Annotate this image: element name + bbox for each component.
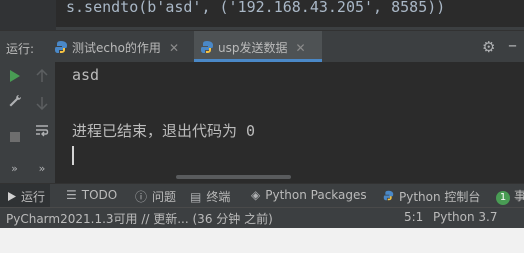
console-line: asd — [72, 66, 100, 84]
status-bar: PyCharm2021.1.3可用 // 更新... (36 分钟 之前) 5:… — [0, 207, 524, 228]
editor-gutter — [0, 0, 56, 30]
info-icon: ⓘ — [135, 190, 148, 204]
python-file-icon — [200, 40, 214, 57]
list-icon: ☰ — [66, 188, 77, 202]
tool-tab-label: 事 — [514, 189, 524, 203]
run-toolbar-secondary: » — [29, 62, 55, 183]
tool-tab-label: Python Packages — [265, 188, 367, 202]
close-icon[interactable]: ✕ — [169, 41, 179, 55]
console-line: 进程已结束，退出代码为 0 — [72, 122, 256, 140]
tool-tab-problems[interactable]: ⓘ 问题 — [135, 188, 176, 205]
tool-tab-todo[interactable]: ☰ TODO — [66, 188, 117, 202]
run-tool-window-header: 运行: 测试echo的作用 ✕ usp发送数据 ✕ ⚙ – — [0, 30, 524, 62]
editor-area: s.sendto(b'asd', ('192.168.43.205', 8585… — [0, 0, 524, 30]
run-panel-title: 运行: — [6, 42, 35, 56]
arrow-down-icon[interactable] — [29, 95, 55, 114]
console-output[interactable]: asd 进程已结束，退出代码为 0 — [55, 62, 524, 183]
tool-tab-python-packages[interactable]: ◈ Python Packages — [251, 188, 367, 202]
arrow-up-icon[interactable] — [29, 68, 55, 87]
tool-tab-label: Python 控制台 — [399, 190, 481, 204]
update-message[interactable]: PyCharm2021.1.3可用 // 更新... (36 分钟 之前) — [6, 210, 273, 227]
text-caret — [72, 146, 74, 165]
close-icon[interactable]: ✕ — [295, 41, 305, 55]
play-icon — [8, 190, 16, 204]
gear-icon[interactable]: ⚙ — [482, 38, 495, 56]
python-icon — [383, 190, 394, 204]
more-icon[interactable]: » — [0, 162, 29, 175]
editor-code-line[interactable]: s.sendto(b'asd', ('192.168.43.205', 8585… — [66, 0, 445, 17]
stop-icon[interactable] — [0, 128, 29, 147]
tab-echo-test[interactable]: 测试echo的作用 ✕ — [50, 31, 183, 62]
tab-label: usp发送数据 — [218, 41, 288, 55]
python-file-icon — [54, 40, 68, 57]
tool-tab-label: TODO — [81, 188, 118, 202]
tool-window-bar: 运行 ☰ TODO ⓘ 问题 ▤ 终端 ◈ Python Packages Python… — [0, 183, 524, 207]
soft-wrap-icon[interactable] — [29, 122, 55, 141]
notification-badge: 1 — [496, 191, 510, 205]
tool-tab-event-log[interactable]: 1事 — [496, 187, 524, 205]
run-toolbar-primary: » — [0, 62, 30, 183]
tool-tab-run[interactable]: 运行 — [0, 184, 50, 207]
tool-tab-python-console[interactable]: Python 控制台 — [383, 188, 480, 205]
tab-usp-send-data[interactable]: usp发送数据 ✕ — [194, 31, 322, 62]
interpreter-selector[interactable]: Python 3.7 — [433, 210, 498, 224]
tool-tab-label: 问题 — [152, 190, 177, 204]
caret-position[interactable]: 5:1 — [404, 210, 423, 224]
tab-label: 测试echo的作用 — [72, 41, 161, 55]
rerun-icon[interactable] — [0, 68, 29, 87]
minimize-icon[interactable]: – — [508, 35, 517, 56]
tool-tab-label: 终端 — [206, 190, 231, 204]
packages-icon: ◈ — [251, 188, 261, 202]
wrench-icon[interactable] — [0, 93, 29, 112]
tool-tab-terminal[interactable]: ▤ 终端 — [190, 188, 230, 205]
tool-tab-label: 运行 — [21, 190, 46, 204]
more-icon[interactable]: » — [29, 162, 55, 175]
terminal-icon: ▤ — [190, 190, 202, 204]
console-horizontal-scrollbar[interactable] — [176, 175, 291, 179]
